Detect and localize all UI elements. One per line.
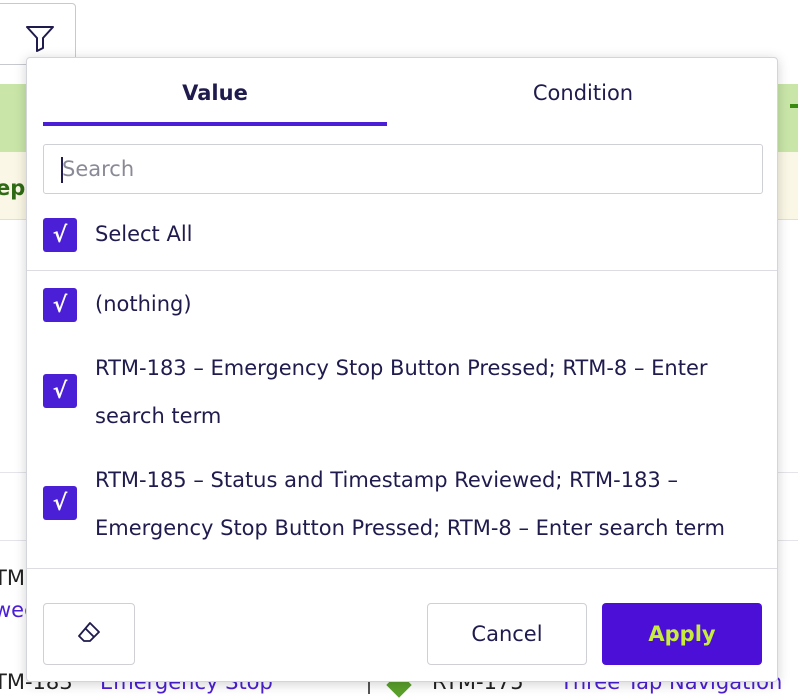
text-caret <box>61 157 63 183</box>
filter-tabs: Value Condition <box>43 58 763 128</box>
grid-cell-text: ep <box>0 176 26 200</box>
option-label-rtm-185[interactable]: RTM-185 – Status and Timestamp Reviewed;… <box>95 456 725 552</box>
search-input[interactable] <box>43 144 763 194</box>
apply-button[interactable]: Apply <box>602 603 762 665</box>
filter-icon <box>25 24 55 56</box>
active-tab-indicator <box>43 122 387 126</box>
cancel-button-label: Cancel <box>471 622 543 646</box>
cancel-button[interactable]: Cancel <box>427 603 587 665</box>
list-divider <box>27 270 777 271</box>
select-all-label[interactable]: Select All <box>95 222 193 246</box>
option-label-line: RTM-183 – Emergency Stop Button Pressed;… <box>95 356 708 380</box>
select-all-checkbox[interactable]: √ <box>43 218 77 252</box>
option-checkbox-rtm-185[interactable]: √ <box>43 486 77 520</box>
check-icon: √ <box>52 222 68 248</box>
option-label-nothing[interactable]: (nothing) <box>95 292 192 316</box>
list-divider <box>27 568 777 569</box>
filter-popup: Value Condition √ Select All √ (nothing)… <box>26 57 778 682</box>
option-label-line: search term <box>95 404 222 428</box>
option-label-line: Emergency Stop Button Pressed; RTM-8 – E… <box>95 516 725 540</box>
column-filter-button[interactable] <box>0 3 76 65</box>
apply-button-label: Apply <box>648 622 716 646</box>
eraser-icon <box>76 621 102 647</box>
tab-condition[interactable]: Condition <box>411 58 755 128</box>
option-label-line: RTM-185 – Status and Timestamp Reviewed;… <box>95 468 678 492</box>
tab-value-label: Value <box>182 81 248 105</box>
option-checkbox-nothing[interactable]: √ <box>43 288 77 322</box>
option-checkbox-rtm-183[interactable]: √ <box>43 374 77 408</box>
tab-condition-label: Condition <box>532 81 634 105</box>
grid-header-accent <box>790 104 798 108</box>
tab-value[interactable]: Value <box>43 58 387 128</box>
check-icon: √ <box>52 292 68 318</box>
check-icon: √ <box>52 378 68 404</box>
option-label-rtm-183[interactable]: RTM-183 – Emergency Stop Button Pressed;… <box>95 344 708 440</box>
clear-filter-button[interactable] <box>43 603 135 665</box>
check-icon: √ <box>52 490 68 516</box>
